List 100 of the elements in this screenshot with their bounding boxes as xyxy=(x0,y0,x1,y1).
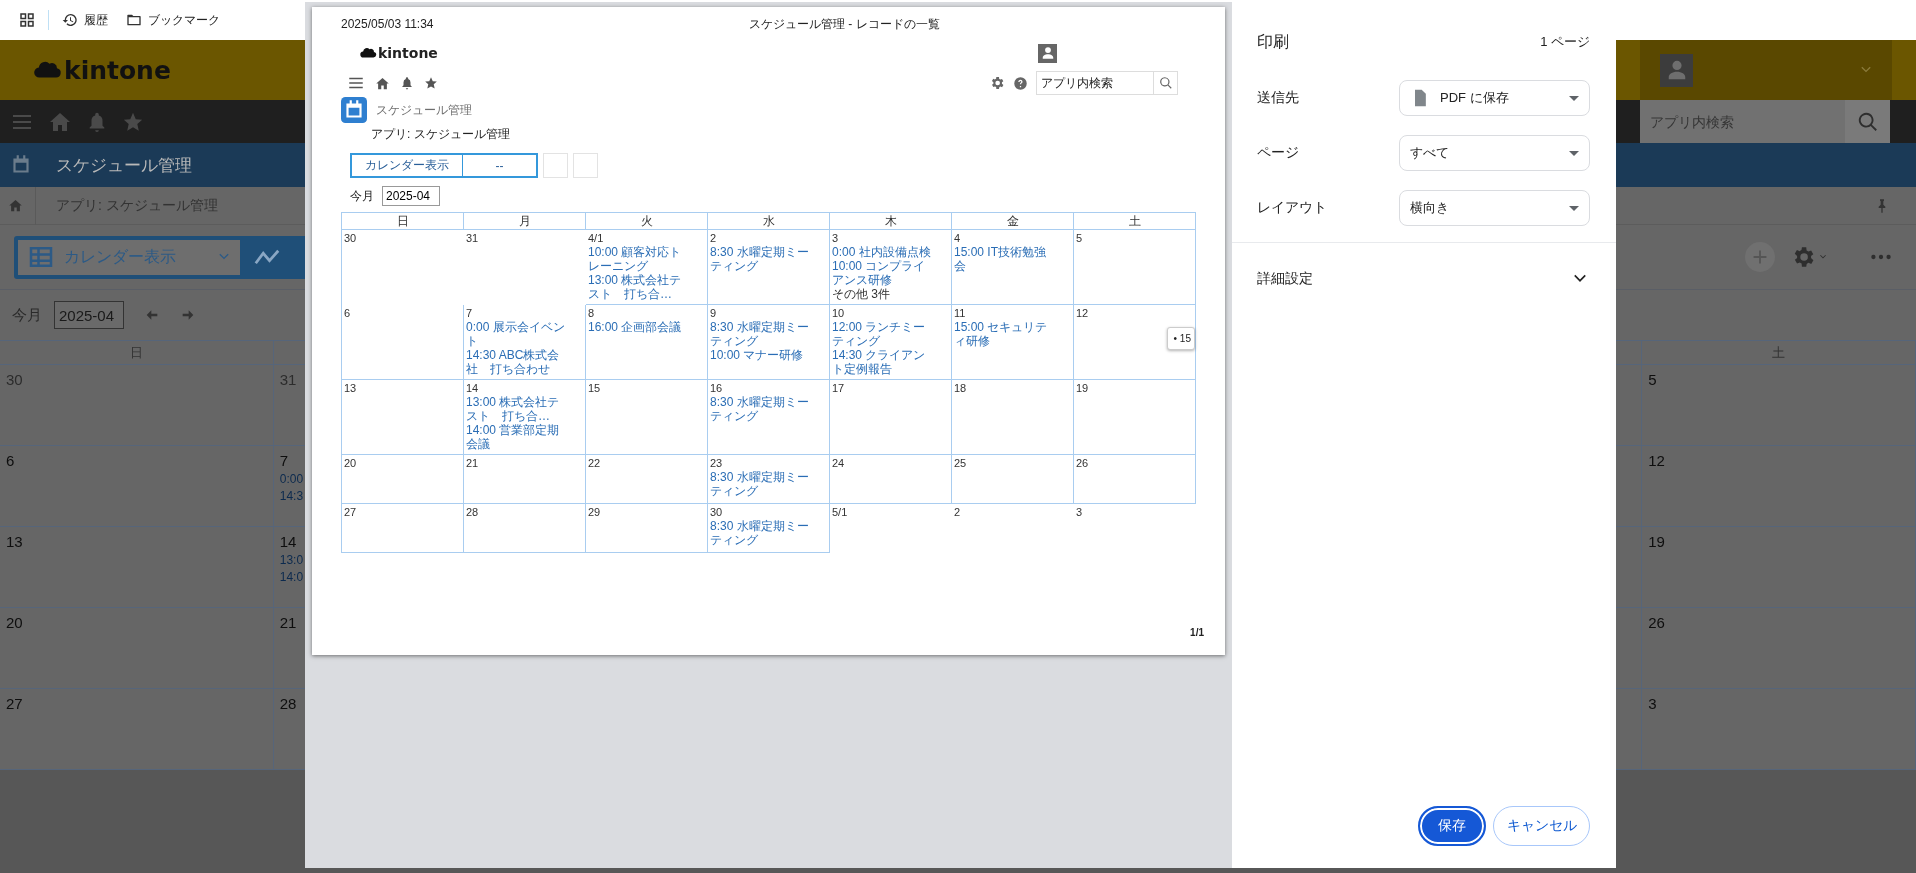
event-text: 8:30 水曜定期ミーティング xyxy=(710,395,810,423)
event-text: 13:00 株式会社テスト 打ち合… xyxy=(588,273,683,301)
day-number: 4 xyxy=(954,232,961,245)
day-number: 28 xyxy=(466,506,479,519)
day-number: 5/1 xyxy=(832,506,848,519)
day-number: 29 xyxy=(588,506,601,519)
app-title: スケジュール管理 xyxy=(376,101,472,119)
day-number: 12 xyxy=(1076,307,1089,320)
page-number: 1/1 xyxy=(1190,627,1204,638)
event-text: 0:00 社内設備点検 xyxy=(832,245,931,259)
apps-icon[interactable] xyxy=(18,11,36,29)
cancel-button[interactable]: キャンセル xyxy=(1493,806,1590,846)
search-icon xyxy=(1856,110,1879,133)
event-text: 10:00 顧客対応トレーニング xyxy=(588,245,683,273)
page-count: 1 ページ xyxy=(1540,33,1590,51)
day-number: 31 xyxy=(279,371,297,388)
day-number: 23 xyxy=(710,457,723,470)
print-timestamp: 2025/05/03 11:34 xyxy=(341,17,435,31)
day-number: 21 xyxy=(466,457,479,470)
day-number: 30 xyxy=(344,232,357,245)
month-label: 今月 xyxy=(12,305,42,325)
search-field[interactable]: アプリ内検索 xyxy=(1640,100,1845,143)
bell-icon xyxy=(400,76,414,90)
day-number: 26 xyxy=(1076,457,1089,470)
day-number: 19 xyxy=(1076,382,1089,395)
day-number: 3 xyxy=(832,232,839,245)
event-text: 8:30 水曜定期ミーティング xyxy=(710,320,810,348)
day-number: 25 xyxy=(954,457,967,470)
event-text: 16:00 企画部会議 xyxy=(588,320,682,334)
day-number: 10 xyxy=(832,307,845,320)
event-text: 14:00 営業部定期会議 xyxy=(466,423,561,451)
field-label: ページ xyxy=(1257,144,1299,162)
caret-icon xyxy=(1569,205,1579,211)
search-icon xyxy=(1158,76,1173,90)
home-icon[interactable] xyxy=(8,198,23,213)
day-number: 13 xyxy=(344,382,357,395)
day-number: 2 xyxy=(710,232,717,245)
day-number: 3 xyxy=(1648,695,1657,712)
day-number: 8 xyxy=(588,307,595,320)
day-number: 4/1 xyxy=(588,232,604,245)
add-button[interactable] xyxy=(1745,242,1775,272)
more-events-text: その他 3件 xyxy=(832,287,890,301)
logo-text: kintone xyxy=(378,45,438,61)
day-number: 31 xyxy=(466,232,479,245)
day-number: 19 xyxy=(1648,533,1665,550)
day-number: 30 xyxy=(6,371,23,388)
day-number: 30 xyxy=(710,506,723,519)
day-number: 14 xyxy=(279,533,297,550)
event-text: 14:30 ABC株式会社 打ち合わせ xyxy=(466,348,561,376)
search-button[interactable] xyxy=(1845,100,1890,143)
day-number: 15 xyxy=(588,382,601,395)
document-title: スケジュール管理 - レコードの一覧 xyxy=(749,15,940,33)
app-title: スケジュール管理 xyxy=(56,154,192,177)
help-icon xyxy=(1013,75,1028,91)
day-number: 2 xyxy=(954,506,961,519)
day-number: 3 xyxy=(1076,506,1083,519)
day-number: 9 xyxy=(710,307,717,320)
filter-label: -- xyxy=(462,155,536,176)
breadcrumb-text: アプリ: スケジュール管理 xyxy=(371,126,510,143)
dialog-title: 印刷 xyxy=(1257,31,1289,52)
event-text: 8:30 水曜定期ミーティング xyxy=(710,519,810,547)
day-number: 28 xyxy=(279,695,297,712)
event-text: 10:00 コンプライアンス研修 xyxy=(832,259,927,287)
weekday-header: 火 xyxy=(586,213,708,230)
event-text: 12:00 ランチミーティング xyxy=(832,320,927,348)
month-field[interactable]: 2025-04 xyxy=(382,186,440,206)
dropdown-select[interactable]: 横向き xyxy=(1399,190,1590,226)
dropdown-select[interactable]: PDF に保存 xyxy=(1399,80,1590,116)
day-number: 5 xyxy=(1076,232,1083,245)
calendar-app-icon xyxy=(341,97,367,123)
day-number: 18 xyxy=(954,382,967,395)
dropdown-select[interactable]: すべて xyxy=(1399,135,1590,171)
search-field[interactable]: アプリ内検索 xyxy=(1036,71,1154,95)
day-number: 21 xyxy=(279,614,297,631)
event-text: 8:30 水曜定期ミーティング xyxy=(710,470,810,498)
view-name-label: カレンダー表示 xyxy=(364,157,450,174)
save-button[interactable]: 保存 xyxy=(1418,806,1486,846)
weekday-header: 金 xyxy=(952,213,1074,230)
avatar-button[interactable] xyxy=(1660,53,1693,87)
month-label: 今月 xyxy=(350,187,374,205)
event-text: 8:30 水曜定期ミーティング xyxy=(710,245,810,273)
day-number: 7 xyxy=(279,452,289,469)
weekday-header: 土 xyxy=(1074,213,1196,230)
field-label: レイアウト xyxy=(1257,199,1327,217)
toolbar-link[interactable]: 履歴 xyxy=(62,11,108,29)
event-text: 10:00 マナー研修 xyxy=(710,348,804,362)
star-icon xyxy=(424,76,438,90)
toolbar-link[interactable]: ブックマーク xyxy=(126,11,220,29)
day-number: 16 xyxy=(710,382,723,395)
day-number: 27 xyxy=(344,506,357,519)
settings-icon xyxy=(989,75,1005,91)
day-number: 22 xyxy=(588,457,601,470)
day-number: 5 xyxy=(1648,371,1657,388)
event-tooltip: • 15 xyxy=(1166,327,1195,350)
event-text: 0:00 展示会イベント xyxy=(466,320,566,348)
logo-text: kintone xyxy=(64,55,171,85)
weekday-header: 水 xyxy=(708,213,830,230)
day-number: 6 xyxy=(344,307,351,320)
weekday-header: 木 xyxy=(830,213,952,230)
day-number: 13 xyxy=(6,533,23,550)
